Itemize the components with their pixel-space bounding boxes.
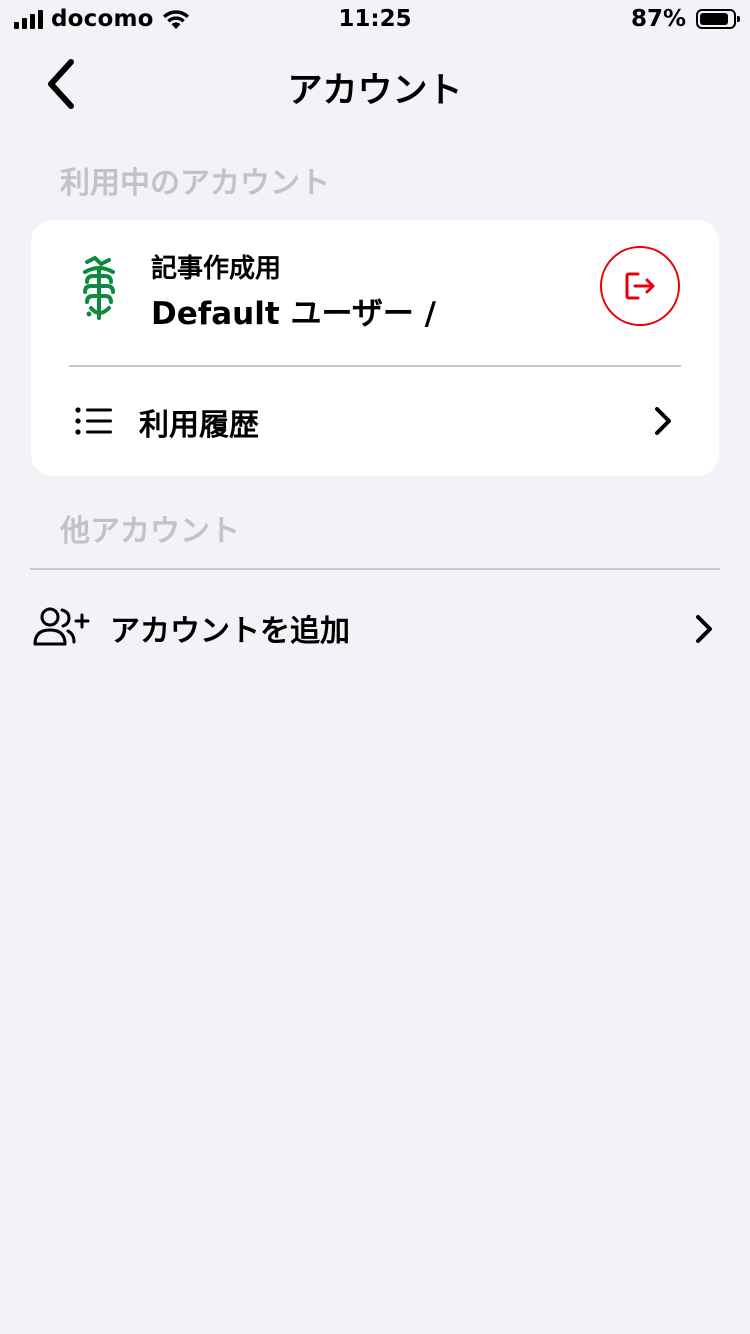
- chevron-right-icon: [655, 407, 671, 435]
- battery-percent: 87%: [630, 6, 686, 32]
- battery-fill: [700, 13, 728, 25]
- account-subtitle: 記事作成用: [151, 254, 282, 284]
- history-row[interactable]: 利用履歴: [31, 368, 719, 476]
- section-divider: [30, 568, 720, 570]
- page-title: アカウント: [287, 71, 463, 111]
- logout-icon: [625, 272, 655, 300]
- status-bar: docomo 11:25 87%: [0, 0, 750, 40]
- account-name: Default ユーザー /: [151, 296, 436, 332]
- history-label: 利用履歴: [139, 408, 259, 443]
- section-label-current: 利用中のアカウント: [60, 166, 330, 201]
- add-user-icon: [33, 607, 90, 646]
- battery-icon: [696, 9, 740, 29]
- add-account-row[interactable]: アカウントを追加: [0, 578, 750, 678]
- add-account-label: アカウントを追加: [110, 614, 350, 649]
- list-icon: [75, 407, 112, 435]
- section-label-other: 他アカウント: [60, 514, 240, 549]
- card-divider: [69, 365, 681, 367]
- navigation-bar: アカウント: [0, 48, 750, 118]
- status-right: 87%: [630, 6, 740, 32]
- chevron-right-icon: [696, 615, 712, 643]
- app-logo-icon: [83, 256, 115, 320]
- logout-button[interactable]: [600, 246, 680, 326]
- current-account-card: 記事作成用 Default ユーザー / 利用履歴: [31, 220, 719, 476]
